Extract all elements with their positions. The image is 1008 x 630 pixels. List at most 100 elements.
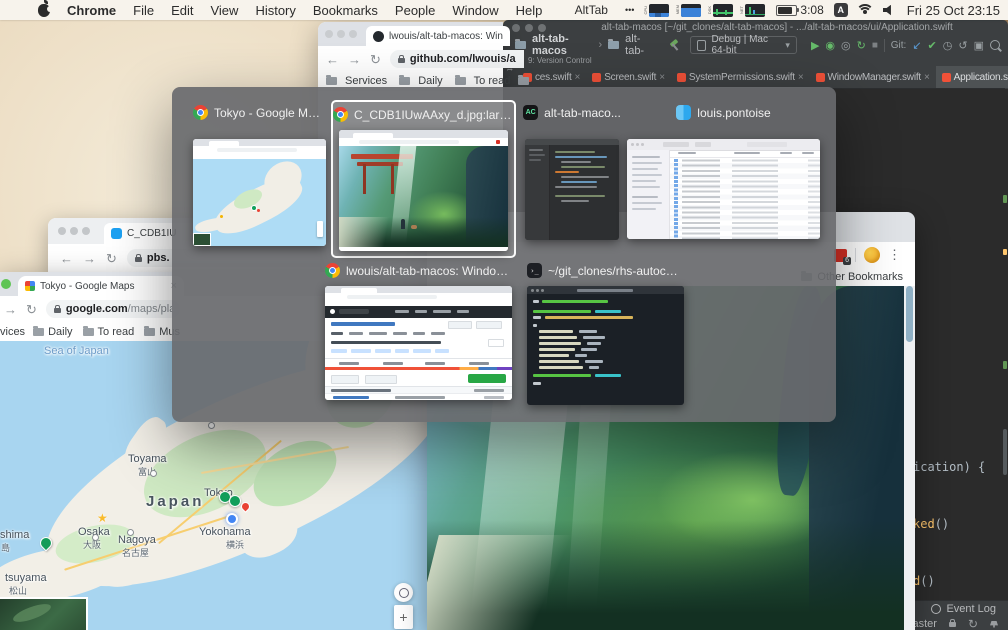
menu-edit[interactable]: Edit [171, 3, 193, 18]
close-icon[interactable]: × [798, 72, 804, 83]
chrome-menu-icon[interactable]: ⋮ [888, 247, 901, 263]
close-icon[interactable]: × [575, 72, 581, 83]
map-label-yokohama-jp: 横浜 [226, 540, 245, 550]
forward-button[interactable]: → [348, 53, 361, 66]
wifi-icon[interactable] [856, 4, 875, 16]
address-bar[interactable]: github.com/lwouis/a [389, 50, 524, 68]
apple-menu-icon[interactable] [38, 0, 53, 17]
anime-dog [411, 225, 417, 229]
memory-monitor-widget[interactable]: MEM [675, 3, 702, 17]
menu-status-more-icon[interactable]: ••• [625, 5, 634, 15]
swift-file-icon [941, 72, 951, 82]
alttab-thumbnail-anime[interactable] [339, 130, 508, 251]
my-location-button[interactable] [394, 583, 413, 602]
alttab-thumbnail-finder[interactable] [627, 139, 820, 239]
debug-button[interactable]: ◉ [825, 39, 835, 52]
network-monitor-widget[interactable]: NET [739, 3, 766, 17]
window-zoom-button[interactable] [349, 30, 357, 38]
ide-breadcrumb-dir[interactable]: alt-tab- [625, 33, 654, 57]
tab-systempermissions-swift[interactable]: SystemPermissions.swift × [671, 66, 810, 88]
run-configuration-select[interactable]: Debug | Mac 64-bit ▾ [690, 34, 797, 56]
zoom-in-button[interactable]: + [394, 605, 413, 629]
git-update-button[interactable]: ↙ [912, 39, 921, 52]
coverage-button[interactable]: ↻ [857, 39, 866, 52]
disk-monitor-widget[interactable]: DSK [707, 3, 734, 17]
bookmark-item[interactable]: Services [345, 75, 387, 87]
window-close-button[interactable] [325, 30, 333, 38]
forward-button[interactable]: → [4, 303, 17, 316]
menu-status-alttab[interactable]: AltTab [575, 3, 608, 17]
browser-tab-maps[interactable]: Tokyo - Google Maps × [18, 276, 184, 296]
map-inset-thumbnail[interactable] [0, 597, 88, 630]
bookmark-item[interactable]: To read [98, 326, 135, 338]
menu-people[interactable]: People [395, 3, 435, 18]
search-icon[interactable] [989, 40, 1000, 50]
menu-app-name[interactable]: Chrome [67, 3, 116, 18]
stop-button[interactable]: ■ [872, 40, 878, 51]
bookmark-item[interactable]: Daily [48, 326, 72, 338]
window-minimize-button[interactable] [70, 227, 78, 235]
volume-icon[interactable] [882, 4, 891, 16]
address-bar[interactable]: google.com/maps/place [45, 300, 180, 318]
cpu-monitor-widget[interactable]: CPU [643, 3, 670, 17]
close-icon[interactable]: × [924, 72, 930, 83]
saved-place-marker[interactable] [229, 495, 241, 507]
menu-help[interactable]: Help [516, 3, 543, 18]
alttab-title: louis.pontoise [627, 104, 820, 121]
reload-button[interactable]: ↻ [26, 303, 37, 316]
map-label-yokohama: Yokohama [199, 526, 251, 538]
alttab-thumbnail-ide[interactable] [525, 139, 619, 240]
back-button[interactable]: ← [326, 53, 339, 66]
profile-button[interactable]: ◎ [841, 39, 851, 52]
window-zoom-button[interactable] [82, 227, 90, 235]
bookmark-item[interactable]: Daily [418, 75, 442, 87]
run-button[interactable]: ▶ [811, 39, 819, 52]
lock-icon[interactable] [948, 618, 956, 627]
tab-application-swift[interactable]: Application.swift [935, 66, 1008, 88]
window-minimize-button[interactable] [337, 30, 345, 38]
browser-tab-github[interactable]: lwouis/alt-tab-macos: Wind [366, 26, 510, 46]
bookmark-item[interactable]: To read [474, 75, 511, 87]
profile-avatar[interactable] [864, 247, 880, 263]
menu-bar: Chrome File Edit View History Bookmarks … [0, 0, 1008, 20]
menu-view[interactable]: View [210, 3, 238, 18]
menu-bookmarks[interactable]: Bookmarks [313, 3, 378, 18]
forward-button[interactable]: → [83, 252, 96, 265]
back-button[interactable]: ← [60, 252, 73, 265]
menu-file[interactable]: File [133, 3, 154, 18]
menu-window[interactable]: Window [452, 3, 498, 18]
battery-icon[interactable] [776, 4, 800, 16]
bookmark-item[interactable]: vices [0, 326, 25, 338]
page-scrollbar[interactable] [904, 286, 915, 630]
tab-screen-swift[interactable]: Screen.swift × [586, 66, 671, 88]
ide-zoom-button[interactable] [538, 23, 546, 32]
rollback-button[interactable]: ↺ [958, 39, 967, 52]
folder-icon [399, 75, 411, 85]
git-commit-button[interactable]: ✔ [928, 39, 937, 52]
reload-button[interactable]: ↻ [370, 53, 381, 66]
reload-button[interactable]: ↻ [106, 252, 117, 265]
version-control-tab[interactable]: 9: Version Control [528, 56, 592, 65]
alttab-selected-cell[interactable]: C_CDB1IUwAAxy_d.jpg:larg... [331, 100, 516, 258]
event-log-button[interactable]: Event Log [931, 603, 996, 615]
sync-icon[interactable]: ↻ [968, 617, 978, 630]
build-hammer-icon[interactable] [668, 39, 680, 51]
notifications-icon[interactable] [990, 620, 998, 628]
alttab-thumbnail-maps[interactable] [193, 139, 326, 246]
terminal-run-button[interactable]: ▣ [974, 39, 984, 52]
history-button[interactable]: ◷ [943, 39, 953, 52]
ide-close-button[interactable] [512, 23, 520, 32]
close-icon[interactable]: × [659, 72, 665, 83]
editor-scrollbar[interactable] [1002, 99, 1007, 589]
tab-windowmanager-swift[interactable]: WindowManager.swift × [810, 66, 936, 88]
menu-history[interactable]: History [255, 3, 295, 18]
alttab-thumbnail-github[interactable] [325, 286, 512, 400]
starred-place-marker[interactable]: ★ [97, 511, 108, 525]
input-source-icon[interactable]: A [833, 3, 848, 17]
window-close-button[interactable] [58, 227, 66, 235]
ide-breadcrumb-project[interactable]: alt-tab-macos [532, 33, 592, 57]
alttab-thumbnail-terminal[interactable] [527, 286, 684, 405]
ide-minimize-button[interactable] [525, 23, 533, 32]
menu-clock[interactable]: Fri 25 Oct 23:15 [907, 3, 1000, 18]
window-zoom-button[interactable] [1, 279, 11, 289]
